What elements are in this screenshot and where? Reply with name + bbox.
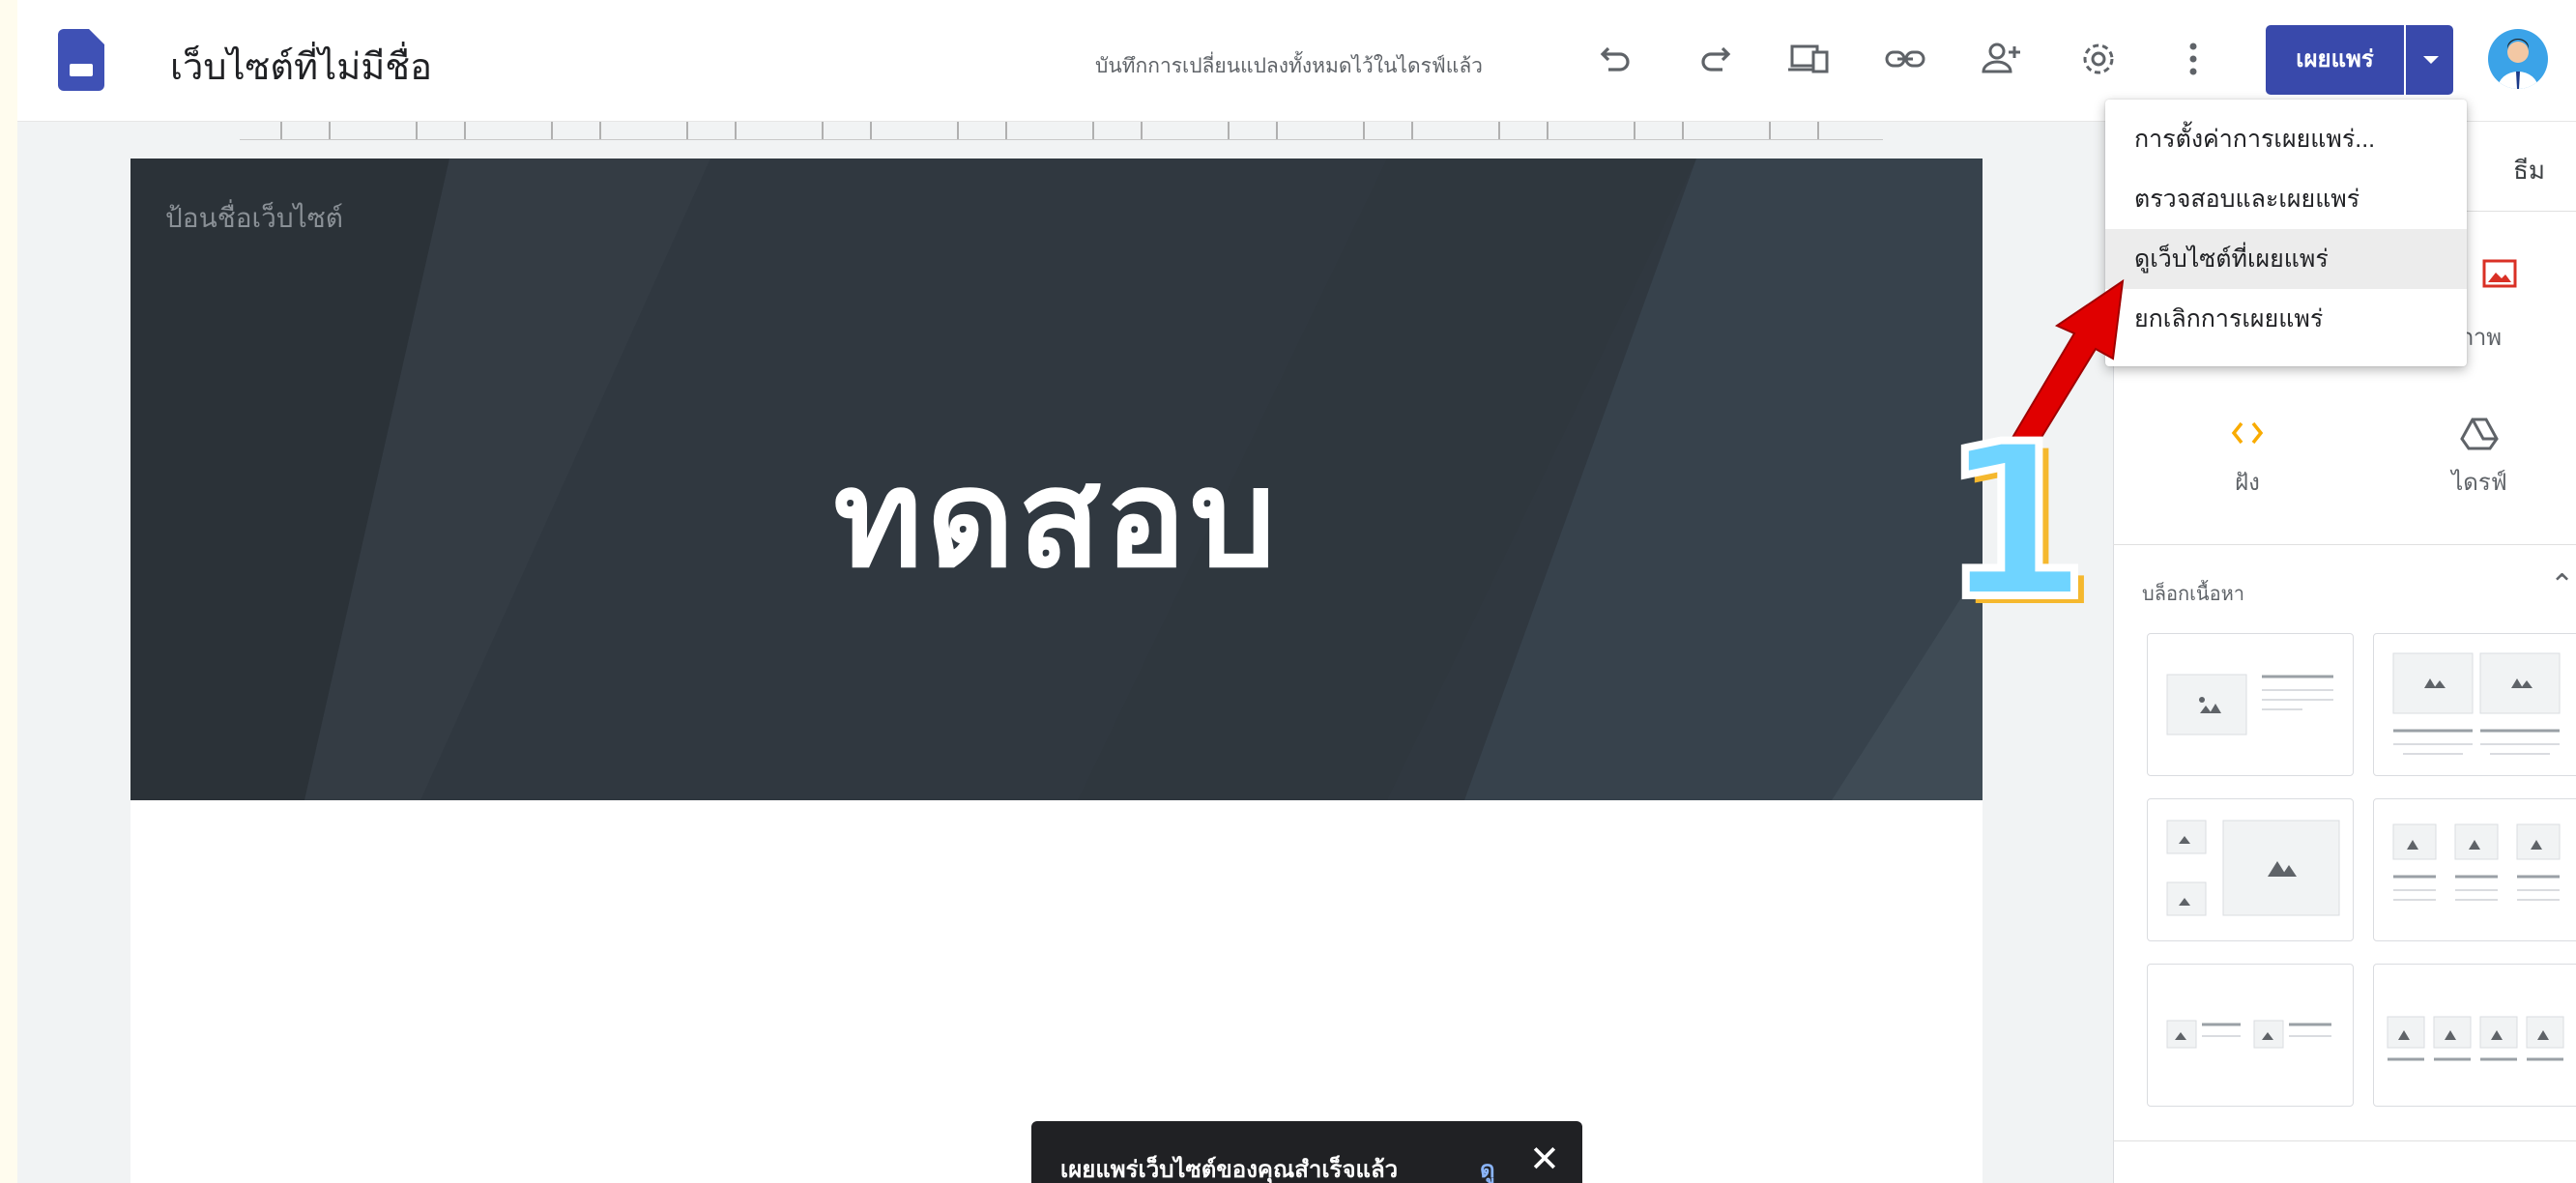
close-icon[interactable]: ✕ — [1529, 1140, 1560, 1179]
content-block-image-text-pairs[interactable] — [2147, 964, 2354, 1107]
publish-button-group: เผยแพร่ — [2266, 25, 2453, 95]
toast: เผยแพร่เว็บไซต์ของคุณสำเร็จแล้ว ดู ✕ — [1031, 1121, 1582, 1183]
menu-item-view-published-site[interactable]: ดูเว็บไซต์ที่เผยแพร่ — [2105, 229, 2467, 289]
redo-icon[interactable] — [1690, 35, 1738, 83]
site-name-input[interactable]: ป้อนชื่อเว็บไซต์ — [165, 197, 343, 240]
insert-embed-label: ฝัง — [2235, 470, 2260, 496]
settings-icon[interactable] — [2074, 35, 2123, 83]
toast-view-link[interactable]: ดู — [1480, 1150, 1495, 1183]
ruler — [240, 122, 1883, 140]
hero-title[interactable]: ทดสอบ — [130, 410, 1983, 625]
save-status: บันทึกการเปลี่ยนแปลงทั้งหมดไว้ในไดรฟ์แล้… — [1095, 55, 1483, 77]
menu-item-publish-settings[interactable]: การตั้งค่าการเผยแพร่... — [2105, 109, 2467, 169]
avatar[interactable] — [2488, 29, 2548, 89]
site-title[interactable]: เว็บไซต์ที่ไม่มีชื่อ — [170, 37, 432, 96]
content-block-gallery[interactable] — [2147, 798, 2354, 941]
app-window: เว็บไซต์ที่ไม่มีชื่อ บันทึกการเปลี่ยนแปล… — [17, 0, 2576, 1183]
insert-drive-label: ไดรฟ์ — [2451, 470, 2507, 496]
content-blocks-title: บล็อกเนื้อหา — [2142, 584, 2245, 605]
logo-bar — [70, 64, 93, 76]
insert-image-label: ภาพ — [2458, 325, 2503, 351]
publish-menu: การตั้งค่าการเผยแพร่... ตรวจสอบและเผยแพร… — [2105, 100, 2467, 366]
toast-message: เผยแพร่เว็บไซต์ของคุณสำเร็จแล้ว — [1060, 1157, 1399, 1183]
panel-divider — [2113, 544, 2576, 545]
preview-icon[interactable] — [1784, 35, 1833, 83]
content-block-four-columns[interactable] — [2373, 964, 2576, 1107]
publish-button[interactable]: เผยแพร่ — [2266, 25, 2404, 95]
chevron-up-icon[interactable]: ⌃ — [2550, 568, 2574, 602]
link-icon[interactable] — [1881, 35, 1929, 83]
page-header[interactable]: ป้อนชื่อเว็บไซต์ ทดสอบ — [130, 159, 1983, 800]
site-page: ป้อนชื่อเว็บไซต์ ทดสอบ — [130, 159, 1983, 1183]
content-block-image-text[interactable] — [2147, 633, 2354, 776]
content-block-two-images[interactable] — [2373, 633, 2576, 776]
insert-drive[interactable]: ไดรฟ์ — [2407, 414, 2552, 501]
embed-icon — [2231, 421, 2264, 445]
image-icon — [2482, 259, 2516, 288]
content-block-three-columns[interactable] — [2373, 798, 2576, 941]
menu-item-unpublish[interactable]: ยกเลิกการเผยแพร่ — [2105, 289, 2467, 349]
insert-embed[interactable]: ฝัง — [2175, 414, 2320, 501]
logo-fold — [89, 29, 104, 44]
tab-theme[interactable]: ธีม — [2513, 151, 2545, 190]
share-icon[interactable] — [1978, 35, 2026, 83]
sites-logo-icon[interactable] — [58, 29, 104, 91]
menu-item-review-publish[interactable]: ตรวจสอบและเผยแพร่ — [2105, 169, 2467, 229]
step-number-badge: 1 — [1937, 398, 2093, 646]
drive-icon — [2460, 418, 2499, 450]
undo-icon[interactable] — [1593, 35, 1641, 83]
panel-divider — [2113, 1140, 2576, 1141]
publish-dropdown-button[interactable] — [2406, 25, 2453, 95]
more-icon[interactable] — [2169, 35, 2217, 83]
